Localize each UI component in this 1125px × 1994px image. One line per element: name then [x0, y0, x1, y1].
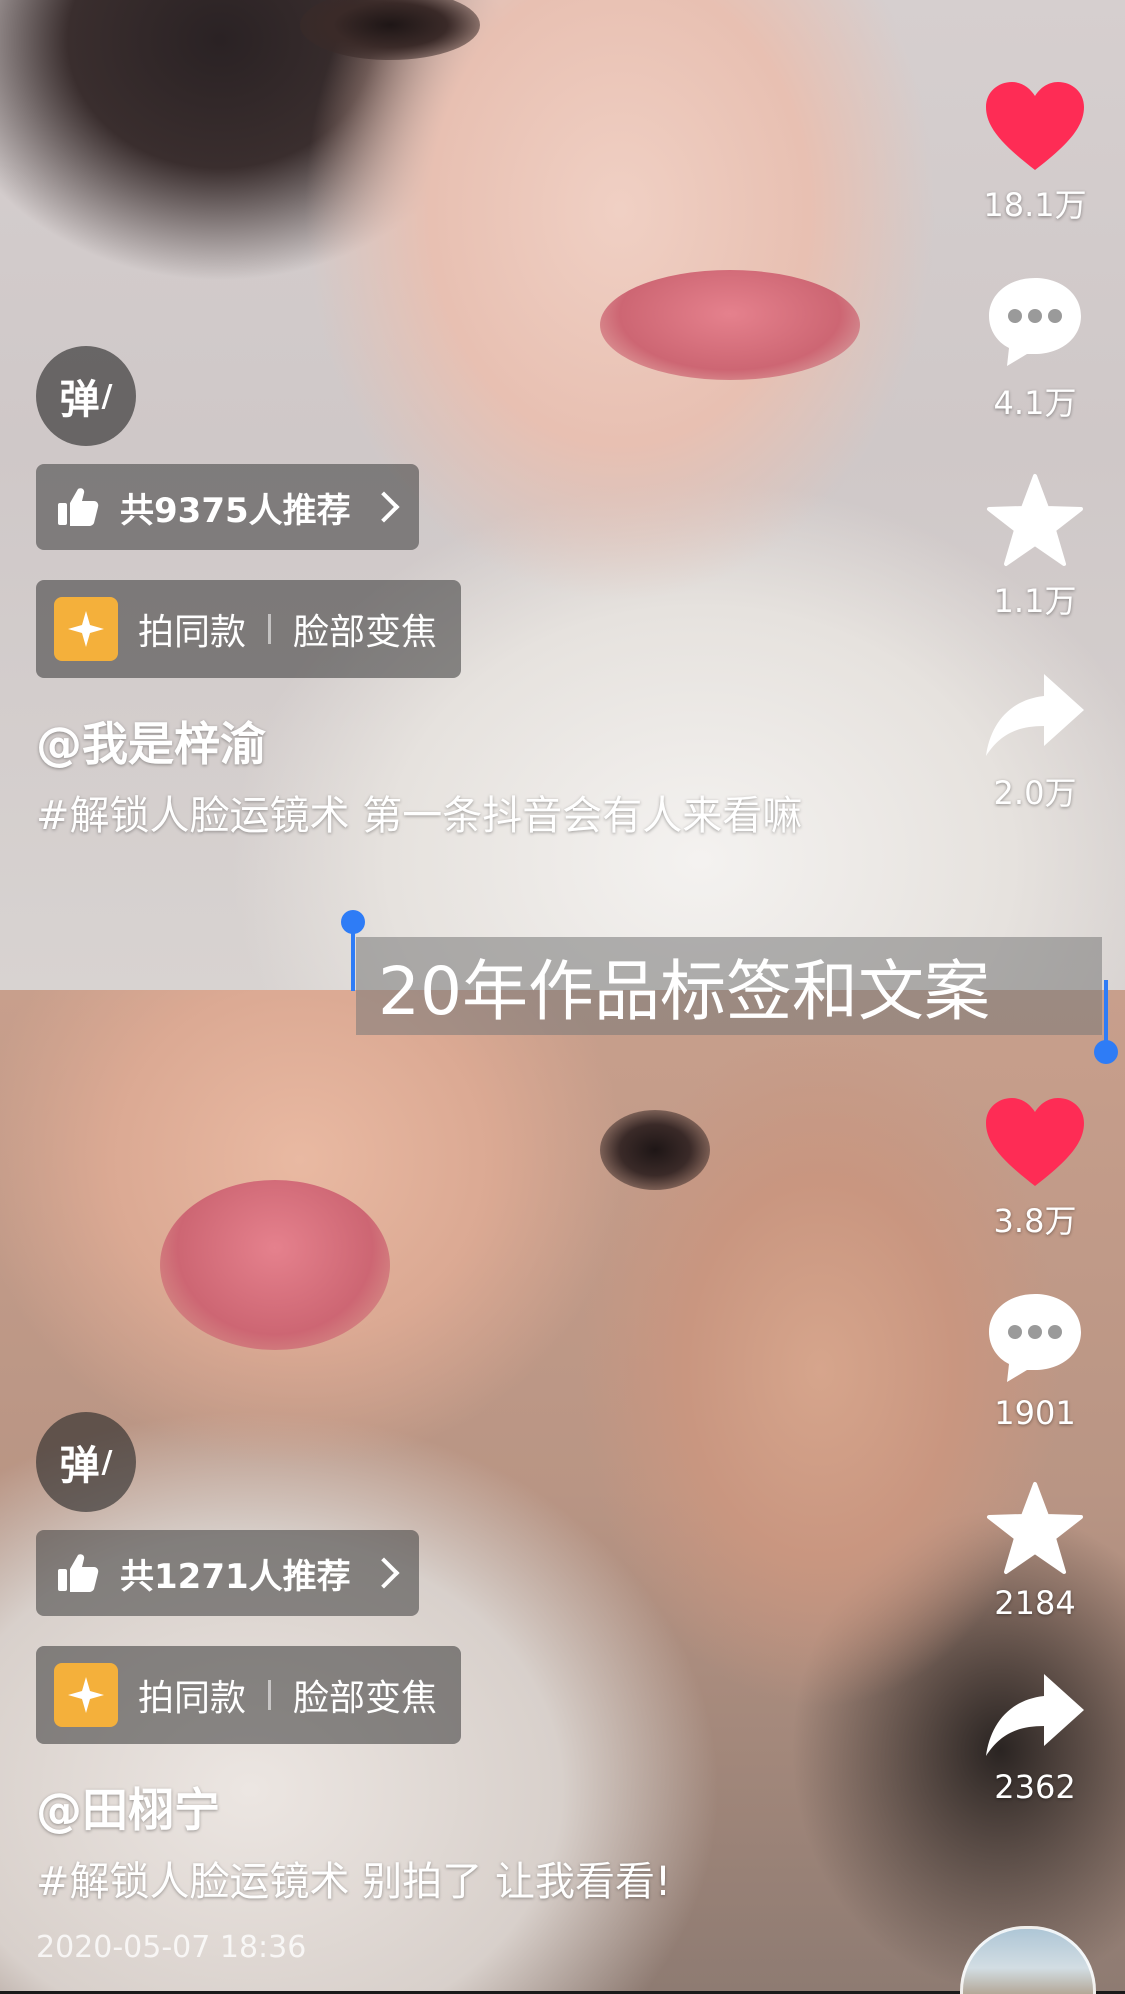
comment-button[interactable]: 4.1万 [985, 274, 1085, 424]
heart-icon [985, 82, 1084, 170]
effect-pill[interactable]: 拍同款 脸部变焦 [36, 1646, 462, 1744]
recommend-pill[interactable]: 共1271人推荐 [36, 1530, 419, 1616]
share-count: 2362 [994, 1768, 1076, 1806]
effect-divider [268, 1680, 272, 1710]
share-icon [986, 1674, 1084, 1756]
effect-divider [268, 614, 272, 644]
danmu-toggle-button[interactable]: 弹 / [36, 1412, 136, 1512]
like-count: 3.8万 [993, 1202, 1077, 1240]
danmu-icon: 弹 [59, 377, 100, 423]
sparkle-icon [54, 597, 118, 661]
annotation-banner: 20年作品标签和文案 [356, 937, 1102, 1035]
danmu-icon-slash: / [101, 1444, 113, 1480]
annotation-text: 20年作品标签和文案 [378, 953, 990, 1030]
author-username[interactable]: @田栩宁 [36, 1774, 836, 1840]
effect-name: 脸部变焦 [293, 1678, 438, 1719]
recommend-text: 共1271人推荐 [120, 1556, 351, 1597]
action-column: 18.1万 4.1万 1.1万 2.0万 [970, 80, 1100, 814]
thumbs-up-icon [58, 1554, 99, 1592]
photo-detail [600, 1110, 710, 1190]
thumbs-up-icon [58, 488, 99, 526]
favorite-button[interactable]: 1.1万 [985, 472, 1085, 622]
like-button[interactable]: 3.8万 [984, 1096, 1086, 1242]
danmu-toggle-button[interactable]: 弹 / [36, 346, 136, 446]
recommend-pill[interactable]: 共9375人推荐 [36, 464, 419, 550]
selection-end-line [1104, 980, 1108, 1046]
author-username[interactable]: @我是梓渝 [36, 708, 836, 774]
video-post-2[interactable]: 弹 / 共1271人推荐 拍同款 脸部变焦 @田栩宁 #解锁人脸运镜术 别拍了 … [0, 990, 1125, 1991]
star-icon [987, 474, 1083, 566]
favorite-count: 1.1万 [993, 582, 1077, 620]
heart-icon [986, 1098, 1084, 1186]
sparkle-icon [54, 1663, 118, 1727]
star-icon [987, 1482, 1083, 1574]
recommend-text: 共9375人推荐 [120, 490, 351, 531]
comment-icon [989, 1294, 1081, 1382]
post-caption: #解锁人脸运镜术 第一条抖音会有人来看嘛 [36, 793, 803, 839]
share-icon [986, 674, 1084, 756]
comment-icon [989, 278, 1081, 366]
effect-action-label: 拍同款 [138, 612, 247, 653]
post-info-overlay: 弹 / 共9375人推荐 拍同款 脸部变焦 @我是梓渝 #解锁人脸运镜术 第一条… [36, 346, 836, 846]
post-caption: #解锁人脸运镜术 别拍了 让我看看! [36, 1859, 671, 1905]
share-button[interactable]: 2.0万 [982, 670, 1088, 814]
effect-pill[interactable]: 拍同款 脸部变焦 [36, 580, 462, 678]
favorite-count: 2184 [994, 1584, 1076, 1622]
danmu-icon-slash: / [101, 378, 113, 414]
effect-name: 脸部变焦 [293, 612, 438, 653]
danmu-icon: 弹 [59, 1443, 100, 1489]
comment-count: 4.1万 [993, 384, 1077, 422]
effect-action-label: 拍同款 [138, 1678, 247, 1719]
video-post-1[interactable]: 弹 / 共9375人推荐 拍同款 脸部变焦 @我是梓渝 #解锁人脸运镜术 第一条… [0, 0, 1125, 990]
action-column: 3.8万 1901 2184 2362 [970, 1096, 1100, 1806]
comment-count: 1901 [994, 1394, 1076, 1432]
chevron-right-icon [368, 491, 400, 523]
share-count: 2.0万 [993, 774, 1077, 812]
share-button[interactable]: 2362 [982, 1670, 1088, 1806]
chevron-right-icon [368, 1557, 400, 1589]
like-count: 18.1万 [983, 186, 1087, 224]
post-info-overlay: 弹 / 共1271人推荐 拍同款 脸部变焦 @田栩宁 #解锁人脸运镜术 别拍了 … [36, 1412, 836, 1965]
like-button[interactable]: 18.1万 [983, 80, 1087, 226]
selection-end-handle[interactable] [1094, 1040, 1118, 1064]
selection-start-line [351, 925, 355, 991]
comment-button[interactable]: 1901 [985, 1290, 1085, 1432]
photo-detail [300, 0, 480, 60]
post-timestamp: 2020-05-07 18:36 [36, 1930, 307, 1965]
photo-detail [160, 1180, 390, 1350]
favorite-button[interactable]: 2184 [985, 1480, 1085, 1622]
